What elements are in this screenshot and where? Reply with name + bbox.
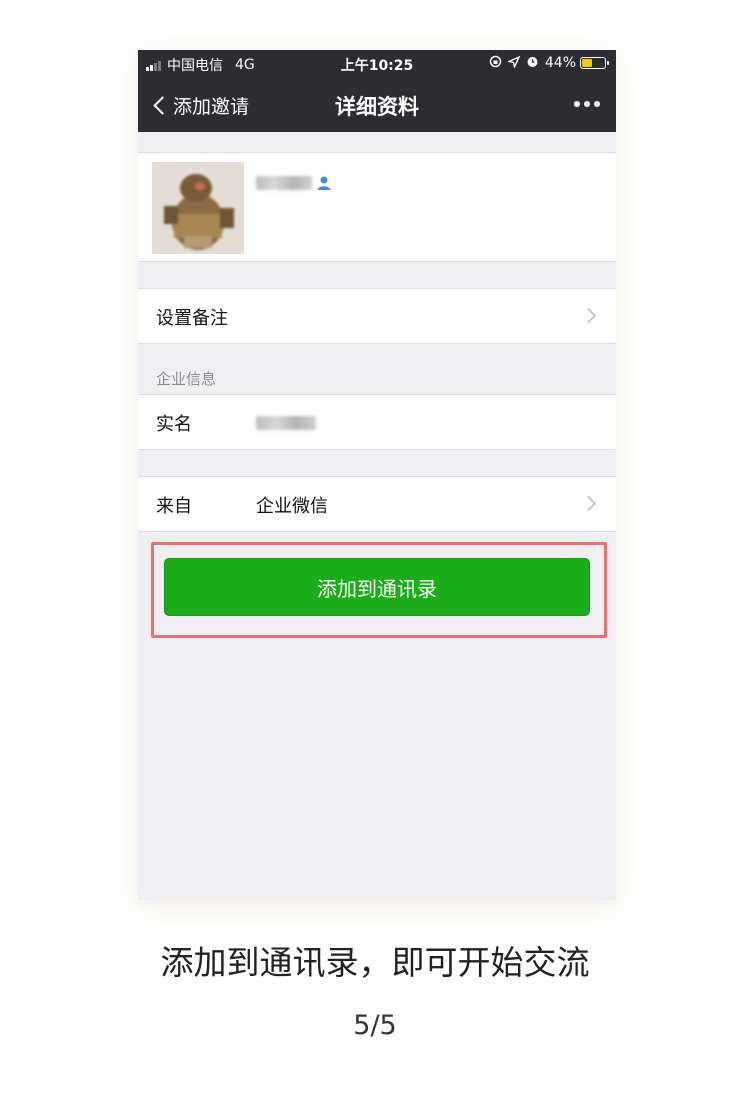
rotation-lock-icon (489, 55, 502, 71)
real-name-label: 实名 (156, 414, 192, 435)
set-remark-row[interactable]: 设置备注 (138, 288, 616, 344)
avatar[interactable] (152, 162, 244, 254)
add-to-contacts-button[interactable]: 添加到通讯录 (164, 558, 590, 616)
alarm-icon (526, 55, 539, 71)
blurred-real-name (256, 416, 316, 430)
phone-screenshot: 中国电信 4G 上午10:25 44% 添加邀请 详细资料 设置备注 企业信息 … (138, 50, 616, 900)
battery-icon (580, 57, 609, 69)
blurred-name (256, 176, 312, 190)
chevron-right-icon (580, 495, 597, 512)
battery-percent: 44% (544, 55, 576, 71)
contact-person-icon (316, 175, 332, 191)
page-indicator: 5/5 (353, 1010, 397, 1041)
set-remark-label: 设置备注 (156, 308, 228, 329)
status-bar-right: 44% (489, 55, 609, 71)
chevron-right-icon (580, 307, 597, 324)
status-bar: 中国电信 4G 上午10:25 44% (138, 50, 616, 77)
section-header-enterprise-info: 企业信息 (156, 370, 217, 388)
more-icon (570, 101, 600, 107)
from-label: 来自 (156, 496, 192, 517)
profile-name (256, 175, 332, 191)
profile-card (138, 152, 616, 262)
nav-bar: 添加邀请 详细资料 (138, 77, 616, 132)
caption: 添加到通讯录，即可开始交流 (160, 943, 590, 982)
real-name-row: 实名 (138, 394, 616, 450)
page-title: 详细资料 (335, 95, 419, 119)
location-icon (506, 55, 521, 71)
from-value: 企业微信 (256, 496, 328, 517)
more-button[interactable] (570, 101, 600, 107)
from-row[interactable]: 来自 企业微信 (138, 476, 616, 532)
